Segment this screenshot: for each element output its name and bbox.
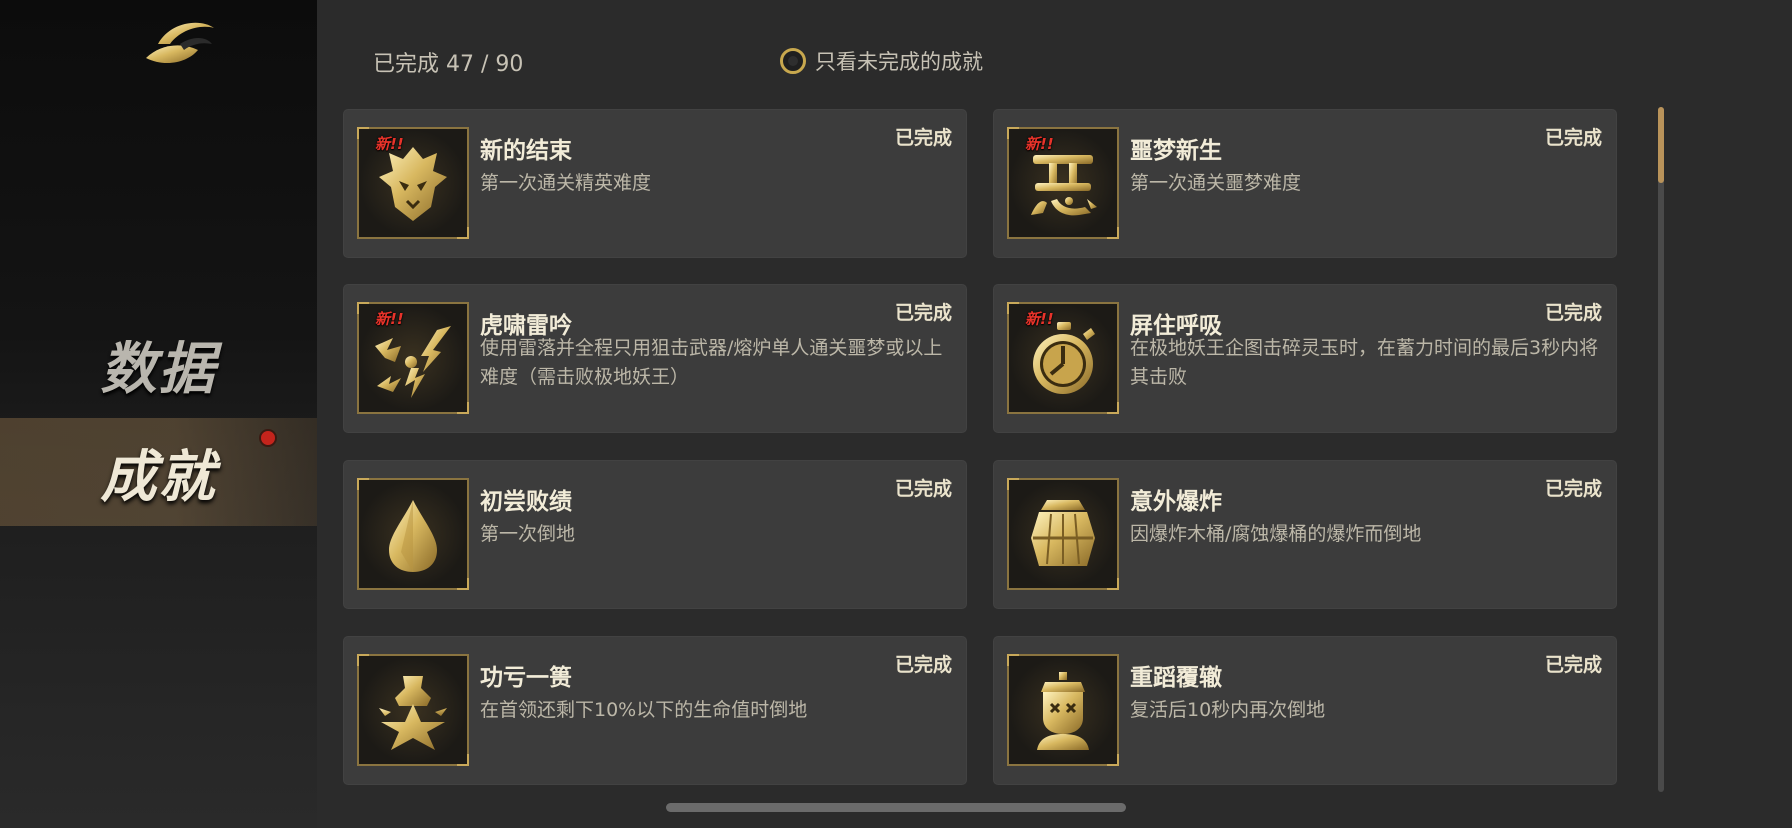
barrel-icon: [1031, 500, 1095, 566]
vertical-scrollbar[interactable]: [1658, 107, 1664, 792]
achievement-title: 初尝败绩: [480, 489, 572, 515]
filter-incomplete-toggle[interactable]: 只看未完成的成就: [780, 46, 983, 76]
achievement-title: 噩梦新生: [1130, 138, 1222, 164]
achievement-icon-frame: [357, 478, 469, 590]
achievement-status: 已完成: [1544, 127, 1602, 149]
achievement-title: 功亏一篑: [480, 665, 572, 691]
achievement-icon-frame: [1007, 654, 1119, 766]
achievement-icon-frame: [357, 654, 469, 766]
new-badge: 新!!: [1025, 135, 1054, 153]
new-badge: 新!!: [1025, 310, 1054, 328]
nav-item-label: 数据: [100, 335, 217, 402]
achievement-status: 已完成: [894, 478, 952, 500]
achievement-status: 已完成: [894, 302, 952, 324]
new-badge: 新!!: [375, 135, 404, 153]
filter-label: 只看未完成的成就: [815, 50, 983, 74]
broken-vase-icon: [379, 676, 447, 750]
achievement-title: 意外爆炸: [1130, 489, 1222, 515]
achievement-status: 已完成: [1544, 302, 1602, 324]
achievement-card[interactable]: 新!! 屏住呼吸 在极地妖王企图击碎灵玉时，在蓄力时间的最后3秒内将其击败 已完…: [993, 284, 1617, 433]
achievement-card[interactable]: 新!! 新的结束 第一次通关精英难度 已完成: [343, 109, 967, 258]
achievement-description: 使用雷落并全程只用狙击武器/熔炉单人通关噩梦或以上难度（需击败极地妖王）: [480, 337, 943, 388]
achievement-icon-frame: 新!!: [357, 127, 469, 239]
sidebar: 数据 成就: [0, 0, 317, 828]
radio-button[interactable]: [780, 48, 806, 74]
nav-item-label: 成就: [100, 443, 217, 510]
notification-dot: [259, 429, 277, 447]
achievement-icon-frame: 新!!: [1007, 302, 1119, 414]
achievement-status: 已完成: [894, 127, 952, 149]
dead-character-icon: [1037, 672, 1089, 750]
new-badge: 新!!: [375, 310, 404, 328]
achievement-card[interactable]: 新!! 虎啸雷吟 使用雷落并全程只用狙击武器/熔炉单人通关噩梦或以上难度（需击败…: [343, 284, 967, 433]
achievement-description: 在极地妖王企图击碎灵玉时，在蓄力时间的最后3秒内将其击败: [1130, 337, 1599, 388]
achievement-title: 重蹈覆辙: [1130, 665, 1222, 691]
completion-counter: 已完成 47 / 90: [373, 52, 524, 77]
achievement-description: 复活后10秒内再次倒地: [1130, 699, 1326, 721]
nav-item-stats[interactable]: 数据: [0, 310, 317, 418]
achievement-description: 在首领还剩下10%以下的生命值时倒地: [480, 699, 808, 721]
logo-icon: [146, 22, 214, 64]
achievement-card[interactable]: 意外爆炸 因爆炸木桶/腐蚀爆桶的爆炸而倒地 已完成: [993, 460, 1617, 609]
home-indicator[interactable]: [666, 803, 1126, 812]
achievement-description: 第一次倒地: [480, 523, 576, 545]
achievement-card[interactable]: 功亏一篑 在首领还剩下10%以下的生命值时倒地 已完成: [343, 636, 967, 785]
achievement-status: 已完成: [1544, 654, 1602, 676]
achievement-icon-frame: 新!!: [357, 302, 469, 414]
vertical-scrollbar-thumb[interactable]: [1658, 107, 1664, 183]
achievement-icon-frame: 新!!: [1007, 127, 1119, 239]
drop-icon: [389, 500, 437, 572]
achievement-card[interactable]: 重蹈覆辙 复活后10秒内再次倒地 已完成: [993, 636, 1617, 785]
achievement-status: 已完成: [894, 654, 952, 676]
achievement-card[interactable]: 新!! 噩梦新生 第一次通关噩梦难度 已完成: [993, 109, 1617, 258]
achievement-description: 因爆炸木桶/腐蚀爆桶的爆炸而倒地: [1130, 523, 1422, 545]
achievement-status: 已完成: [1544, 478, 1602, 500]
achievement-card[interactable]: 初尝败绩 第一次倒地 已完成: [343, 460, 967, 609]
achievement-title: 新的结束: [480, 138, 572, 164]
achievement-description: 第一次通关精英难度: [480, 172, 652, 194]
achievement-description: 第一次通关噩梦难度: [1130, 172, 1302, 194]
achievement-icon-frame: [1007, 478, 1119, 590]
